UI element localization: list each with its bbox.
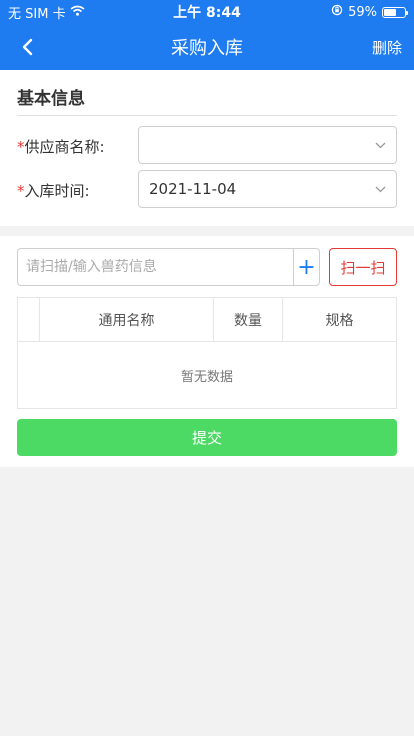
table-header: 通用名称 数量 规格 [18, 298, 396, 342]
back-button[interactable] [12, 32, 42, 62]
supplier-label: *供应商名称: [17, 136, 105, 157]
page-title: 采购入库 [171, 38, 243, 59]
submit-button[interactable]: 提交 [17, 419, 397, 456]
column-header-spec: 规格 [325, 312, 354, 329]
wifi-icon [70, 5, 85, 20]
empty-state-text: 暂无数据 [180, 369, 233, 385]
inbound-time-label: *入库时间: [17, 180, 90, 201]
inbound-time-label-text: 入库时间: [24, 182, 90, 200]
goods-table: 通用名称 数量 规格 暂无数据 [17, 297, 397, 409]
status-left: 无 SIM 卡 [8, 3, 85, 22]
chevron-left-icon [22, 38, 33, 56]
delete-button[interactable]: 删除 [372, 37, 402, 58]
select-column-header[interactable] [18, 298, 40, 341]
nav-bar: 采购入库 删除 [0, 24, 414, 70]
goods-section: + 扫一扫 通用名称 数量 规格 暂无数据 提交 [0, 236, 414, 467]
inbound-time-select[interactable]: 2021-11-04 [138, 170, 397, 208]
required-mark: * [17, 138, 25, 156]
column-header-quantity: 数量 [214, 298, 283, 341]
status-right: 59% [331, 4, 408, 20]
chevron-down-icon [374, 139, 386, 151]
section-title-basic-info: 基本信息 [17, 89, 85, 109]
plus-icon: + [297, 254, 316, 280]
inbound-time-value: 2021-11-04 [149, 180, 237, 198]
supplier-label-text: 供应商名称: [24, 138, 105, 156]
carrier-label: 无 SIM 卡 [8, 6, 66, 22]
battery-icon [382, 6, 408, 18]
divider [17, 115, 397, 116]
scan-button[interactable]: 扫一扫 [329, 248, 397, 286]
column-header-name: 通用名称 [40, 298, 214, 341]
battery-percent: 59% [348, 4, 377, 20]
search-input[interactable] [17, 248, 293, 286]
battery-fill [384, 8, 396, 16]
required-mark: * [17, 182, 25, 200]
orientation-lock-icon [331, 4, 343, 20]
supplier-select[interactable] [138, 126, 397, 164]
status-bar: 无 SIM 卡 上午 8:44 59% [0, 0, 414, 24]
basic-info-section: 基本信息 *供应商名称: *入库时间: 2021-11-04 [0, 70, 414, 226]
chevron-down-icon [374, 183, 386, 195]
add-button[interactable]: + [293, 248, 320, 286]
